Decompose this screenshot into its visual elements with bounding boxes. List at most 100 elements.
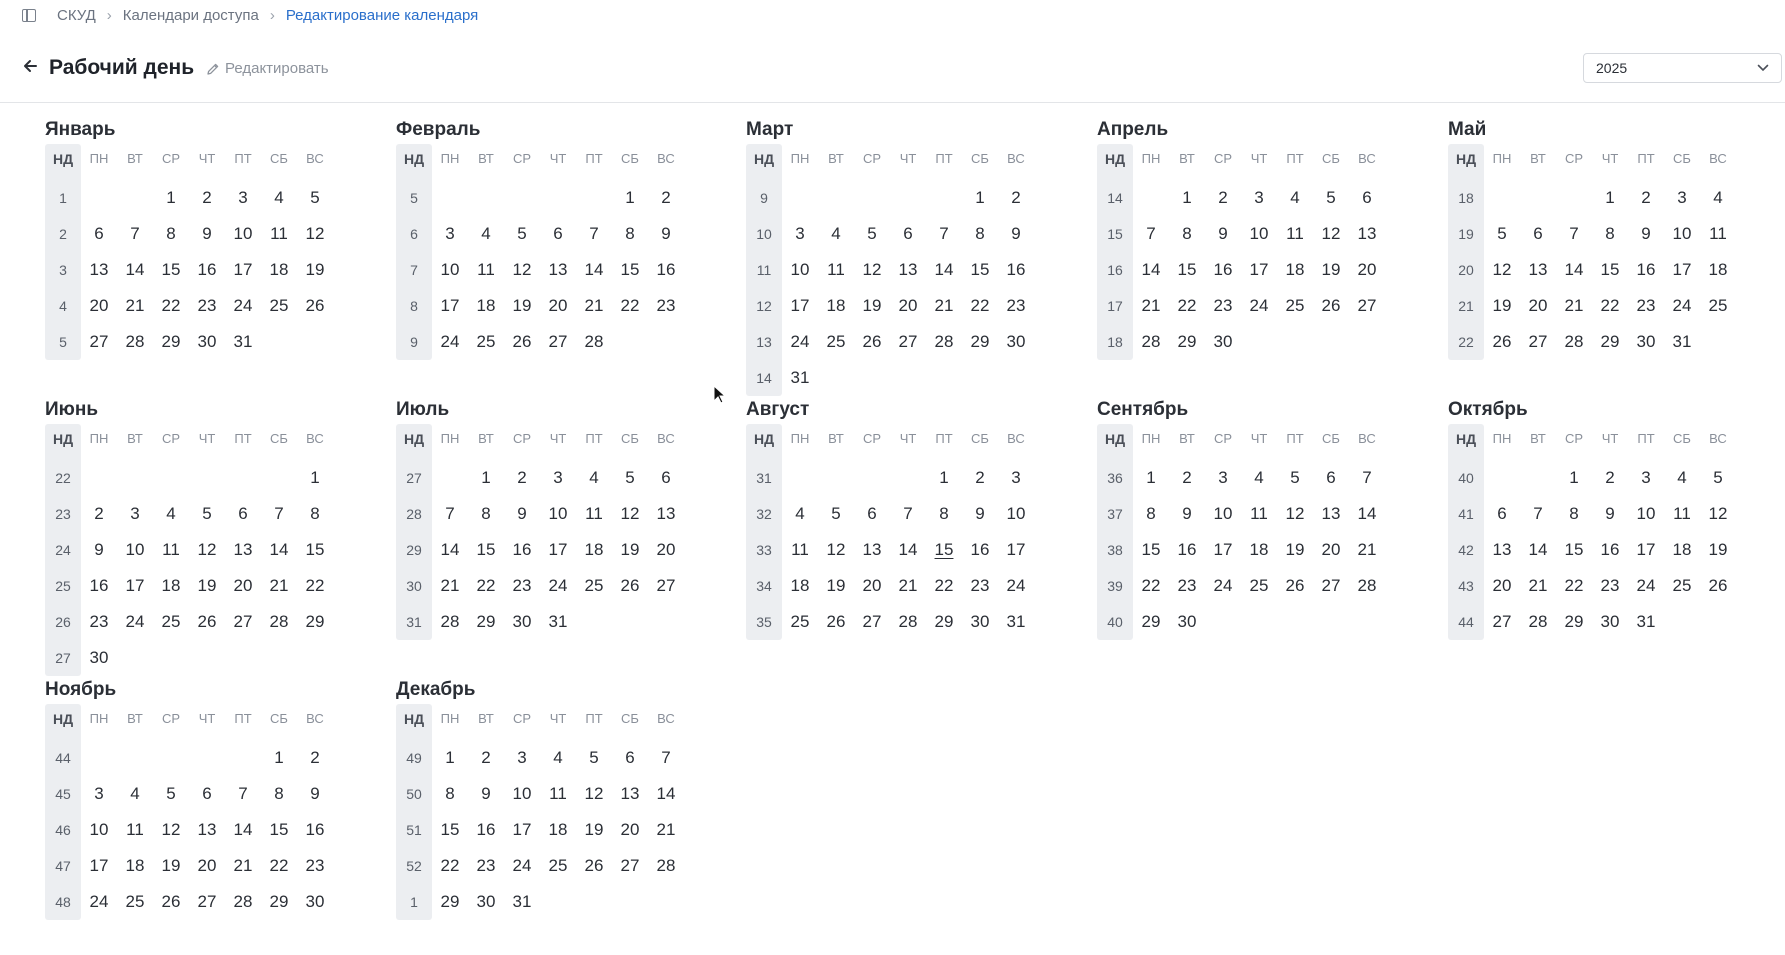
day-cell[interactable]: 16 bbox=[504, 532, 540, 568]
day-cell[interactable]: 17 bbox=[1205, 532, 1241, 568]
day-cell[interactable]: 31 bbox=[1628, 604, 1664, 640]
day-cell[interactable]: 12 bbox=[1700, 496, 1736, 532]
day-cell[interactable]: 8 bbox=[962, 216, 998, 252]
day-cell[interactable]: 30 bbox=[297, 884, 333, 920]
day-cell[interactable]: 21 bbox=[648, 812, 684, 848]
day-cell[interactable]: 1 bbox=[1556, 460, 1592, 496]
day-cell[interactable]: 13 bbox=[890, 252, 926, 288]
day-cell[interactable]: 10 bbox=[81, 812, 117, 848]
day-cell[interactable]: 26 bbox=[1277, 568, 1313, 604]
day-cell[interactable]: 5 bbox=[576, 740, 612, 776]
day-cell[interactable]: 4 bbox=[1241, 460, 1277, 496]
day-cell[interactable]: 22 bbox=[612, 288, 648, 324]
day-cell[interactable]: 27 bbox=[1349, 288, 1385, 324]
day-cell[interactable]: 31 bbox=[540, 604, 576, 640]
day-cell[interactable]: 9 bbox=[1592, 496, 1628, 532]
day-cell[interactable]: 14 bbox=[648, 776, 684, 812]
day-cell[interactable]: 17 bbox=[1664, 252, 1700, 288]
day-cell[interactable]: 28 bbox=[576, 324, 612, 360]
day-cell[interactable]: 17 bbox=[225, 252, 261, 288]
day-cell[interactable]: 20 bbox=[1520, 288, 1556, 324]
day-cell[interactable]: 6 bbox=[1349, 180, 1385, 216]
day-cell[interactable]: 2 bbox=[648, 180, 684, 216]
day-cell[interactable]: 7 bbox=[1556, 216, 1592, 252]
day-cell[interactable]: 4 bbox=[1700, 180, 1736, 216]
day-cell[interactable]: 3 bbox=[504, 740, 540, 776]
day-cell[interactable]: 25 bbox=[261, 288, 297, 324]
day-cell[interactable]: 23 bbox=[1169, 568, 1205, 604]
day-cell[interactable]: 6 bbox=[854, 496, 890, 532]
day-cell[interactable]: 27 bbox=[540, 324, 576, 360]
day-cell[interactable]: 2 bbox=[468, 740, 504, 776]
day-cell[interactable]: 21 bbox=[117, 288, 153, 324]
day-cell[interactable]: 24 bbox=[1628, 568, 1664, 604]
day-cell[interactable]: 13 bbox=[1349, 216, 1385, 252]
day-cell[interactable]: 23 bbox=[1205, 288, 1241, 324]
day-cell[interactable]: 28 bbox=[890, 604, 926, 640]
day-cell[interactable]: 20 bbox=[81, 288, 117, 324]
day-cell[interactable]: 30 bbox=[189, 324, 225, 360]
day-cell[interactable]: 29 bbox=[1556, 604, 1592, 640]
day-cell[interactable]: 15 bbox=[1592, 252, 1628, 288]
day-cell[interactable]: 5 bbox=[297, 180, 333, 216]
day-cell[interactable]: 14 bbox=[1520, 532, 1556, 568]
day-cell[interactable]: 1 bbox=[153, 180, 189, 216]
day-cell[interactable]: 27 bbox=[81, 324, 117, 360]
day-cell[interactable]: 8 bbox=[153, 216, 189, 252]
year-select[interactable]: 2025 bbox=[1583, 53, 1782, 83]
day-cell[interactable]: 12 bbox=[153, 812, 189, 848]
day-cell[interactable]: 23 bbox=[962, 568, 998, 604]
day-cell[interactable]: 27 bbox=[612, 848, 648, 884]
day-cell[interactable]: 26 bbox=[297, 288, 333, 324]
day-cell[interactable]: 17 bbox=[782, 288, 818, 324]
day-cell[interactable]: 23 bbox=[297, 848, 333, 884]
day-cell[interactable]: 9 bbox=[1169, 496, 1205, 532]
day-cell[interactable]: 23 bbox=[504, 568, 540, 604]
breadcrumb-item-skud[interactable]: СКУД bbox=[57, 7, 96, 24]
day-cell[interactable]: 10 bbox=[504, 776, 540, 812]
day-cell[interactable]: 28 bbox=[117, 324, 153, 360]
day-cell[interactable]: 26 bbox=[1484, 324, 1520, 360]
day-cell[interactable]: 22 bbox=[926, 568, 962, 604]
day-cell[interactable]: 24 bbox=[225, 288, 261, 324]
day-cell[interactable]: 14 bbox=[926, 252, 962, 288]
day-cell[interactable]: 19 bbox=[576, 812, 612, 848]
day-cell[interactable]: 13 bbox=[648, 496, 684, 532]
day-cell[interactable]: 29 bbox=[468, 604, 504, 640]
day-cell[interactable]: 20 bbox=[854, 568, 890, 604]
day-cell[interactable]: 15 bbox=[297, 532, 333, 568]
day-cell[interactable]: 13 bbox=[225, 532, 261, 568]
day-cell[interactable]: 15 bbox=[468, 532, 504, 568]
day-cell[interactable]: 27 bbox=[648, 568, 684, 604]
day-cell[interactable]: 28 bbox=[1520, 604, 1556, 640]
day-cell[interactable]: 12 bbox=[1277, 496, 1313, 532]
day-cell[interactable]: 28 bbox=[432, 604, 468, 640]
day-cell[interactable]: 22 bbox=[261, 848, 297, 884]
day-cell[interactable]: 16 bbox=[1205, 252, 1241, 288]
day-cell[interactable]: 16 bbox=[81, 568, 117, 604]
day-cell[interactable]: 20 bbox=[540, 288, 576, 324]
day-cell[interactable]: 7 bbox=[926, 216, 962, 252]
day-cell[interactable]: 17 bbox=[998, 532, 1034, 568]
day-cell[interactable]: 6 bbox=[1313, 460, 1349, 496]
day-cell[interactable]: 2 bbox=[998, 180, 1034, 216]
day-cell[interactable]: 5 bbox=[854, 216, 890, 252]
day-cell[interactable]: 7 bbox=[890, 496, 926, 532]
day-cell[interactable]: 18 bbox=[1700, 252, 1736, 288]
day-cell[interactable]: 28 bbox=[648, 848, 684, 884]
day-cell[interactable]: 22 bbox=[468, 568, 504, 604]
day-cell[interactable]: 21 bbox=[1133, 288, 1169, 324]
day-cell[interactable]: 10 bbox=[432, 252, 468, 288]
day-cell[interactable]: 6 bbox=[1520, 216, 1556, 252]
day-cell[interactable]: 16 bbox=[1592, 532, 1628, 568]
day-cell[interactable]: 16 bbox=[189, 252, 225, 288]
day-cell[interactable]: 25 bbox=[818, 324, 854, 360]
day-cell[interactable]: 30 bbox=[81, 640, 117, 676]
day-cell[interactable]: 9 bbox=[297, 776, 333, 812]
day-cell[interactable]: 14 bbox=[1349, 496, 1385, 532]
day-cell[interactable]: 4 bbox=[540, 740, 576, 776]
day-cell[interactable]: 10 bbox=[117, 532, 153, 568]
day-cell[interactable]: 27 bbox=[890, 324, 926, 360]
day-cell[interactable]: 29 bbox=[153, 324, 189, 360]
day-cell[interactable]: 23 bbox=[648, 288, 684, 324]
